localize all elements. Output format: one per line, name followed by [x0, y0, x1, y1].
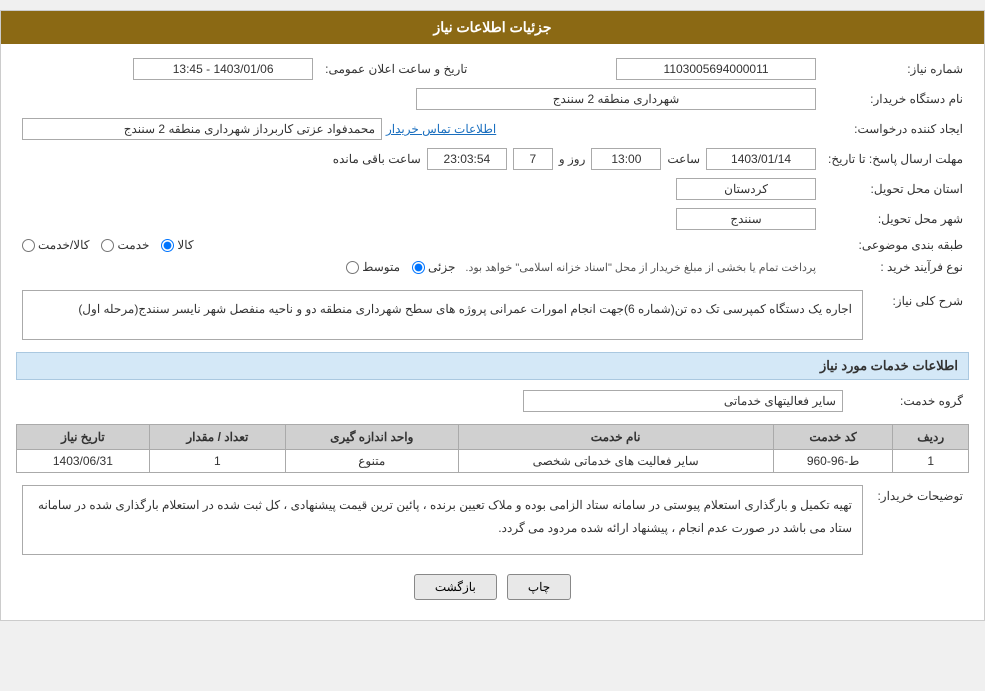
city-label: شهر محل تحویل: — [822, 204, 969, 234]
service-group-table: گروه خدمت: سایر فعالیتهای خدماتی — [16, 386, 969, 416]
city-value: سنندج — [16, 204, 822, 234]
need-number-label: شماره نیاز: — [822, 54, 969, 84]
category-option-kala-khadamat[interactable]: کالا/خدمت — [22, 238, 89, 252]
category-radio-group: کالا/خدمت خدمت کالا — [22, 238, 816, 252]
province-value: کردستان — [16, 174, 822, 204]
page-wrapper: جزئیات اطلاعات نیاز شماره نیاز: 11030056… — [0, 10, 985, 621]
process-jozii-label: جزئی — [428, 260, 455, 274]
process-radio-group: متوسط جزئی — [346, 260, 455, 274]
deadline-label: مهلت ارسال پاسخ: تا تاریخ: — [822, 144, 969, 174]
buyer-notes-value: تهیه تکمیل و بارگذاری استعلام پیوستی در … — [16, 481, 869, 559]
process-option-motavasset[interactable]: متوسط — [346, 260, 400, 274]
deadline-date-input: 1403/01/14 — [706, 148, 816, 170]
category-khadamat-label: خدمت — [117, 238, 149, 252]
category-kala-radio[interactable] — [161, 239, 174, 252]
deadline-row: 1403/01/14 ساعت 13:00 روز و 7 23:03:54 س… — [16, 144, 822, 174]
creator-row: اطلاعات تماس خریدار محمدفواد عزتی کاربرد… — [16, 114, 822, 144]
service-group-value: سایر فعالیتهای خدماتی — [16, 386, 849, 416]
print-button[interactable]: چاپ — [507, 574, 571, 600]
back-button[interactable]: بازگشت — [414, 574, 497, 600]
services-table: ردیف کد خدمت نام خدمت واحد اندازه گیری ت… — [16, 424, 969, 473]
category-kala-khadamat-label: کالا/خدمت — [38, 238, 89, 252]
time-input: 13:00 — [591, 148, 661, 170]
day-label: روز و — [559, 152, 586, 166]
description-value: اجاره یک دستگاه کمپرسی تک ده تن(شماره 6)… — [16, 286, 869, 344]
service-name: سایر فعالیت های خدماتی شخصی — [458, 450, 773, 473]
category-row: کالا/خدمت خدمت کالا — [16, 234, 822, 256]
province-input: کردستان — [676, 178, 816, 200]
notes-box: تهیه تکمیل و بارگذاری استعلام پیوستی در … — [22, 485, 863, 555]
table-row: 1 ط-96-960 سایر فعالیت های خدماتی شخصی م… — [17, 450, 969, 473]
buyer-org-value: شهرداری منطقه 2 سنندج — [16, 84, 822, 114]
creator-input: محمدفواد عزتی کاربرداز شهرداری منطقه 2 س… — [22, 118, 382, 140]
need-number-value: 1103005694000011 — [487, 54, 822, 84]
content-area: شماره نیاز: 1103005694000011 تاریخ و ساع… — [1, 44, 984, 620]
need-number-input: 1103005694000011 — [616, 58, 816, 80]
announcement-date-label: تاریخ و ساعت اعلان عمومی: — [319, 54, 487, 84]
process-jozii-radio[interactable] — [412, 261, 425, 274]
quantity: 1 — [149, 450, 285, 473]
row-num: 1 — [893, 450, 969, 473]
col-date: تاریخ نیاز — [17, 425, 150, 450]
announcement-date-value: 1403/01/06 - 13:45 — [16, 54, 319, 84]
page-title: جزئیات اطلاعات نیاز — [433, 19, 551, 35]
process-note: پرداخت تمام یا بخشی از مبلغ خریدار از مح… — [465, 261, 816, 274]
remaining-label: ساعت باقی مانده — [333, 152, 421, 166]
category-option-khadamat[interactable]: خدمت — [101, 238, 149, 252]
buyer-org-label: نام دستگاه خریدار: — [822, 84, 969, 114]
buyer-notes-label: توضیحات خریدار: — [869, 481, 969, 559]
process-motavasset-radio[interactable] — [346, 261, 359, 274]
page-header: جزئیات اطلاعات نیاز — [1, 11, 984, 44]
creator-label: ایجاد کننده درخواست: — [822, 114, 969, 144]
col-service-name: نام خدمت — [458, 425, 773, 450]
need-date: 1403/06/31 — [17, 450, 150, 473]
col-unit: واحد اندازه گیری — [285, 425, 458, 450]
service-group-input: سایر فعالیتهای خدماتی — [523, 390, 843, 412]
category-kala-khadamat-radio[interactable] — [22, 239, 35, 252]
remaining-input: 23:03:54 — [427, 148, 507, 170]
process-option-jozii[interactable]: جزئی — [412, 260, 455, 274]
creator-contact-link[interactable]: اطلاعات تماس خریدار — [386, 122, 496, 136]
button-row: بازگشت چاپ — [16, 574, 969, 600]
description-box: اجاره یک دستگاه کمپرسی تک ده تن(شماره 6)… — [22, 290, 863, 340]
description-label: شرح کلی نیاز: — [869, 286, 969, 344]
day-input: 7 — [513, 148, 553, 170]
city-input: سنندج — [676, 208, 816, 230]
col-service-code: کد خدمت — [773, 425, 893, 450]
notes-table: توضیحات خریدار: تهیه تکمیل و بارگذاری اس… — [16, 481, 969, 559]
category-label: طبقه بندی موضوعی: — [822, 234, 969, 256]
time-label: ساعت — [667, 152, 700, 166]
buyer-org-input: شهرداری منطقه 2 سنندج — [416, 88, 816, 110]
service-group-label: گروه خدمت: — [849, 386, 969, 416]
process-row: پرداخت تمام یا بخشی از مبلغ خریدار از مح… — [16, 256, 822, 278]
col-row-num: ردیف — [893, 425, 969, 450]
process-label: نوع فرآیند خرید : — [822, 256, 969, 278]
col-quantity: تعداد / مقدار — [149, 425, 285, 450]
province-label: استان محل تحویل: — [822, 174, 969, 204]
category-khadamat-radio[interactable] — [101, 239, 114, 252]
service-code: ط-96-960 — [773, 450, 893, 473]
description-table: شرح کلی نیاز: اجاره یک دستگاه کمپرسی تک … — [16, 286, 969, 344]
info-table: شماره نیاز: 1103005694000011 تاریخ و ساع… — [16, 54, 969, 278]
unit: متنوع — [285, 450, 458, 473]
process-motavasset-label: متوسط — [362, 260, 400, 274]
category-option-kala[interactable]: کالا — [161, 238, 193, 252]
category-kala-label: کالا — [177, 238, 193, 252]
announcement-date-input: 1403/01/06 - 13:45 — [133, 58, 313, 80]
service-info-title: اطلاعات خدمات مورد نیاز — [16, 352, 969, 380]
